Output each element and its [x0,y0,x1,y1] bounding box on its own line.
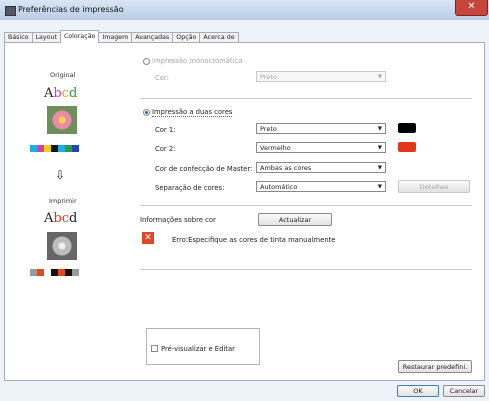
print-label: Imprimir [49,197,77,205]
print-color-swatch [65,269,72,276]
two-color-radio[interactable] [143,109,150,116]
original-sample-text: Abcd [44,86,78,101]
original-color-swatch [30,145,37,152]
two-color-label: Impressão a duas cores [152,108,233,117]
error-icon: ✕ [142,232,154,244]
restore-defaults-button[interactable]: Restaurar predefini. [398,360,472,373]
original-flower-image [47,106,77,134]
chevron-down-icon: ▼ [377,145,382,151]
original-color-swatch [58,145,65,152]
title-bar: Preferências de impressão ✕ [0,0,489,21]
preview-edit-label: Pré-visualizar e Editar [161,345,235,353]
update-button[interactable]: Actualizar [258,213,332,226]
divider [140,98,472,99]
mono-radio[interactable] [143,58,150,65]
divider [140,269,472,270]
color1-select[interactable]: Preto ▼ [256,123,386,134]
print-color-swatch [37,269,44,276]
original-swatch-row [30,145,79,152]
color1-value: Preto [260,125,277,133]
mono-color-select[interactable]: Preto ▼ [256,71,386,82]
original-color-swatch [51,145,58,152]
preview-edit-checkbox[interactable] [151,345,158,352]
print-swatch-row [30,269,79,276]
master-label: Cor de confecção de Master: [155,165,253,173]
separation-value: Automático [260,183,298,191]
chevron-down-icon: ▼ [377,126,382,132]
separation-select[interactable]: Automático ▼ [256,181,386,192]
separation-label: Separação de cores: [155,184,225,192]
color2-value: Vermelho [260,144,291,152]
color2-swatch [398,142,416,152]
window-title: Preferências de impressão [18,5,124,14]
print-color-swatch [72,269,79,276]
master-value: Ambas as cores [260,164,312,172]
master-select[interactable]: Ambas as cores ▼ [256,162,386,173]
original-color-swatch [72,145,79,152]
print-color-swatch [58,269,65,276]
color1-swatch [398,123,416,133]
original-color-swatch [44,145,51,152]
mono-label: Impressão monocromática [152,57,243,65]
color-info-label: Informações sobre cor [140,216,216,224]
mono-color-label: Cor: [155,74,169,82]
details-button[interactable]: Detalhes [398,180,470,193]
tab-bar: Básico Layout Coloração Imagem Avançadas… [4,30,239,43]
print-color-swatch [51,269,58,276]
printer-icon [5,6,16,16]
divider [140,205,472,206]
ok-button[interactable]: OK [397,385,439,397]
original-label: Original [50,71,76,79]
chevron-down-icon: ▼ [377,165,382,171]
print-color-swatch [30,269,37,276]
chevron-down-icon: ▼ [377,184,382,190]
print-flower-image [47,232,77,260]
print-sample-text: Abcd [44,211,78,226]
original-color-swatch [65,145,72,152]
color1-label: Cor 1: [155,126,176,134]
original-color-swatch [37,145,44,152]
mono-color-value: Preto [260,73,277,81]
error-message: Erro:Especifique as cores de tinta manua… [172,236,336,244]
tab-coloracao[interactable]: Coloração [59,30,100,43]
color2-select[interactable]: Vermelho ▼ [256,142,386,153]
arrow-down-icon: ⇩ [55,168,66,182]
color2-label: Cor 2: [155,145,176,153]
chevron-down-icon: ▼ [377,74,382,80]
cancel-button[interactable]: Cancelar [443,385,485,397]
print-color-swatch [44,269,51,276]
close-button[interactable]: ✕ [455,0,488,16]
